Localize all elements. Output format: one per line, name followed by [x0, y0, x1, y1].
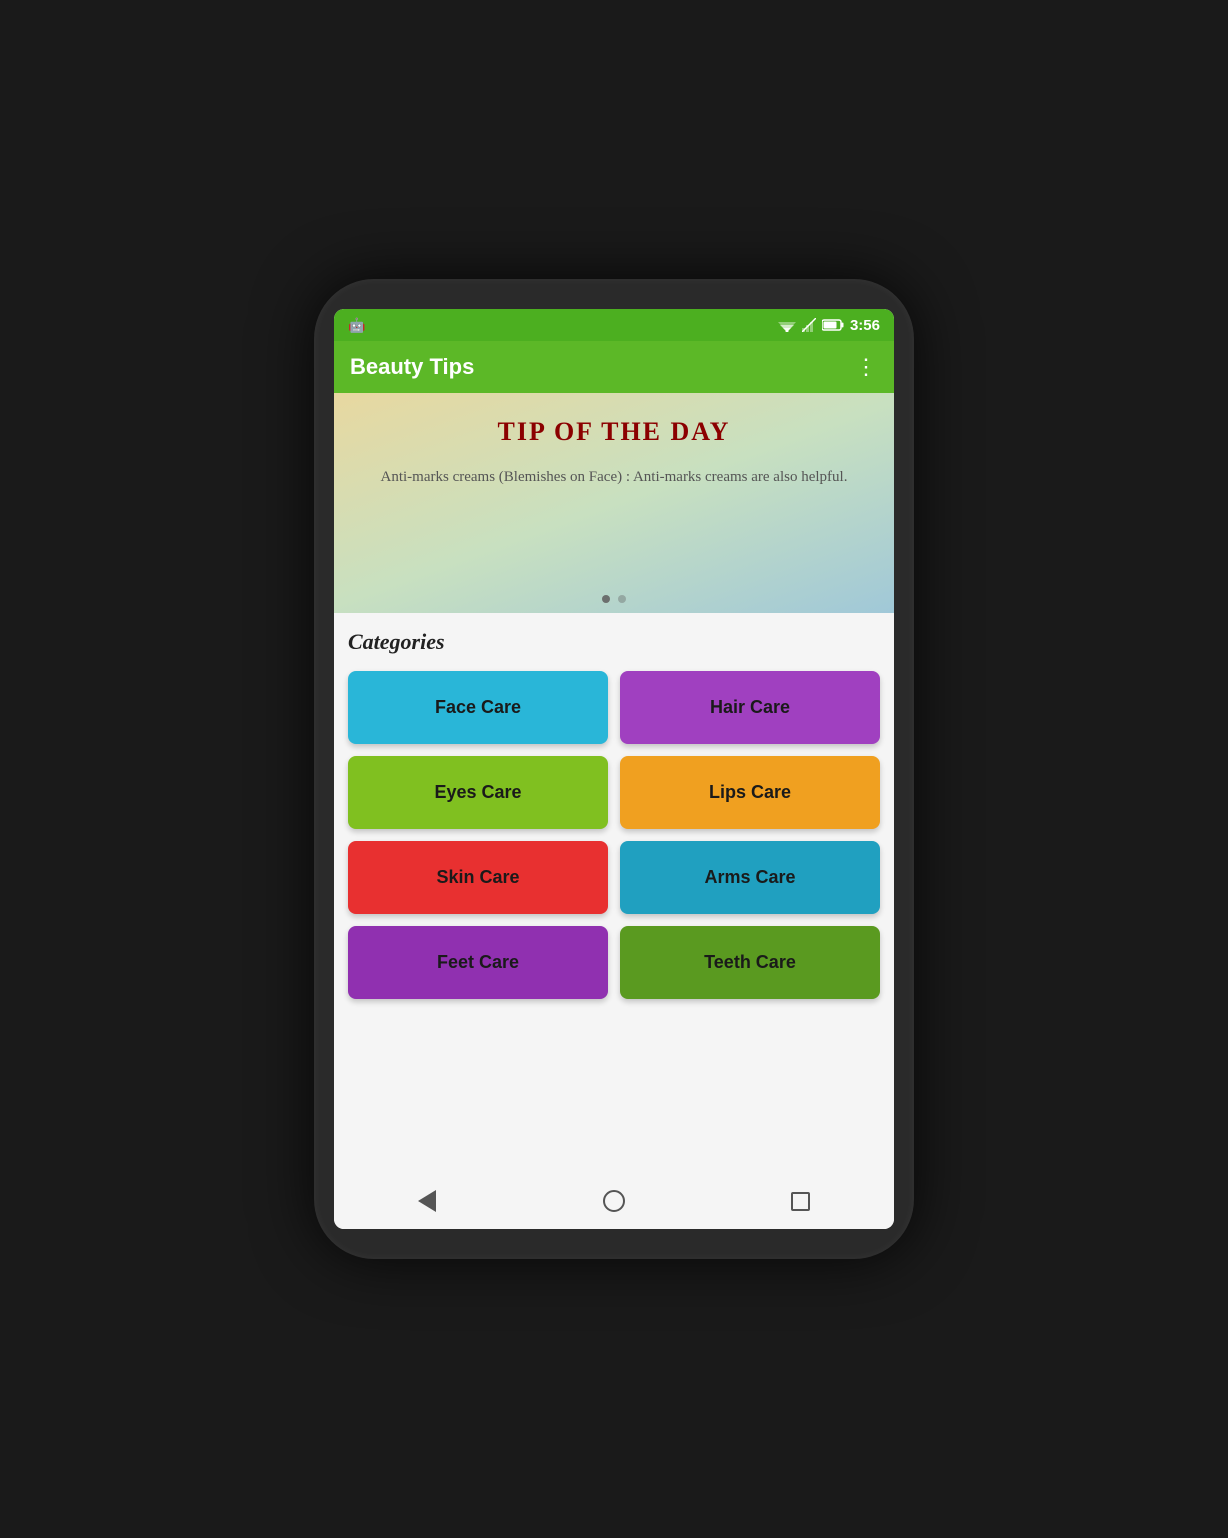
status-bar: 🤖 3:56 — [334, 309, 894, 341]
phone-frame: 🤖 3:56 — [314, 279, 914, 1259]
dot-1[interactable] — [602, 595, 610, 603]
phone-screen: 🤖 3:56 — [334, 309, 894, 1229]
dot-2[interactable] — [618, 595, 626, 603]
more-options-icon[interactable]: ⋮ — [855, 354, 878, 380]
categories-section: Categories Face Care Hair Care Eyes Care… — [334, 613, 894, 1173]
time-display: 3:56 — [850, 317, 880, 334]
nav-bar — [334, 1173, 894, 1229]
eyes-care-button[interactable]: Eyes Care — [348, 756, 608, 829]
app-title: Beauty Tips — [350, 354, 474, 380]
skin-care-button[interactable]: Skin Care — [348, 841, 608, 914]
feet-care-button[interactable]: Feet Care — [348, 926, 608, 999]
banner-area: TIP OF THE DAY Anti-marks creams (Blemis… — [334, 393, 894, 613]
signal-icon — [802, 318, 816, 332]
hair-care-button[interactable]: Hair Care — [620, 671, 880, 744]
home-button[interactable] — [582, 1181, 646, 1221]
face-care-button[interactable]: Face Care — [348, 671, 608, 744]
lips-care-button[interactable]: Lips Care — [620, 756, 880, 829]
recents-button[interactable] — [769, 1181, 833, 1221]
categories-title: Categories — [348, 629, 880, 655]
teeth-care-button[interactable]: Teeth Care — [620, 926, 880, 999]
recents-icon — [789, 1189, 813, 1213]
wifi-icon — [778, 318, 796, 332]
tip-text: Anti-marks creams (Blemishes on Face) : … — [381, 465, 848, 489]
back-button[interactable] — [395, 1181, 459, 1221]
battery-icon — [822, 318, 844, 332]
app-bar: Beauty Tips ⋮ — [334, 341, 894, 393]
banner-dots — [602, 595, 626, 603]
back-icon — [415, 1189, 439, 1213]
categories-grid: Face Care Hair Care Eyes Care Lips Care … — [348, 671, 880, 999]
home-icon — [602, 1189, 626, 1213]
arms-care-button[interactable]: Arms Care — [620, 841, 880, 914]
status-right-icons: 3:56 — [778, 317, 880, 334]
android-icon: 🤖 — [348, 317, 365, 334]
tip-title: TIP OF THE DAY — [498, 417, 731, 447]
